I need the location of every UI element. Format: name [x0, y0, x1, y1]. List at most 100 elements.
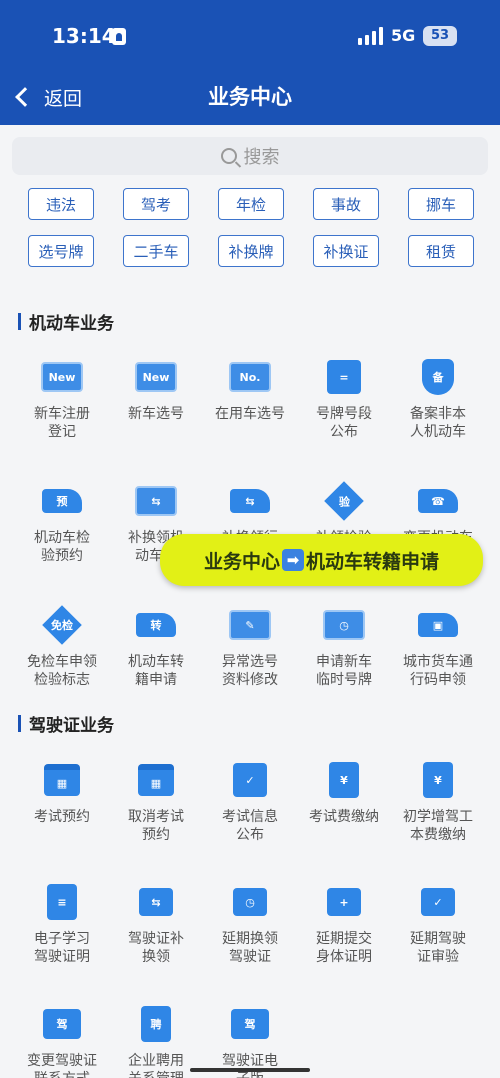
nav-bar: 业务中心 返回	[0, 78, 500, 116]
service-label: 机动车转 籍申请	[128, 654, 184, 688]
service-item[interactable]: ▣ 城市货车通 行码申领	[391, 605, 485, 689]
truck-transfer-icon: 转	[135, 605, 177, 645]
service-label: 企业聘用 关系管理	[128, 1053, 184, 1078]
service-label: 机动车检 验预约	[34, 530, 90, 564]
truck-swap-icon: ⇆	[229, 481, 271, 521]
service-item[interactable]: New 新车选号	[109, 357, 203, 441]
notice-icon: ✓	[229, 760, 271, 800]
service-item[interactable]: ▦ 考试预约	[15, 760, 109, 844]
fee-receipt-icon: ¥	[323, 760, 365, 800]
fee-list-icon: ¥	[417, 760, 459, 800]
e-license-icon: 驾	[229, 1004, 271, 1044]
new-plate-icon: New	[135, 357, 177, 397]
service-item[interactable]: 免检免检车申领 检验标志	[15, 605, 109, 689]
service-item[interactable]: ⇆ 驾驶证补 换领	[109, 882, 203, 966]
chevron-left-icon	[15, 87, 35, 107]
tag-rental[interactable]: 租赁	[408, 235, 474, 267]
service-item[interactable]: ✎ 异常选号 资料修改	[203, 605, 297, 689]
service-label: 延期换领 驾驶证	[222, 931, 278, 965]
quick-tags: 违法 驾考 年检 事故 挪车 选号牌 二手车 补换牌 补换证 租赁	[28, 188, 474, 267]
service-item[interactable]: 驾变更驾驶证 联系方式	[15, 1004, 109, 1078]
truck-phone-icon: ☎	[417, 481, 459, 521]
record-shield-icon: 备	[417, 357, 459, 397]
service-item[interactable]: 聘企业聘用 关系管理	[109, 1004, 203, 1078]
service-label: 变更驾驶证 联系方式	[27, 1053, 97, 1078]
sim-card-icon	[112, 28, 126, 45]
service-label: 申请新车 临时号牌	[316, 654, 372, 688]
new-card-icon: New	[41, 357, 83, 397]
service-label: 新车选号	[128, 406, 184, 422]
service-item[interactable]: No. 在用车选号	[203, 357, 297, 441]
service-label: 在用车选号	[215, 406, 285, 422]
plate-sign-icon: =	[323, 357, 365, 397]
banner-right-text: 机动车转籍申请	[306, 550, 440, 573]
tag-used-car[interactable]: 二手车	[123, 235, 189, 267]
tag-replace-plate[interactable]: 补换牌	[218, 235, 284, 267]
tag-move-car[interactable]: 挪车	[408, 188, 474, 220]
tag-select-plate[interactable]: 选号牌	[28, 235, 94, 267]
service-item[interactable]: New 新车注册 登记	[15, 357, 109, 441]
status-bar: 13:14 5G 53	[0, 24, 500, 52]
service-label: 取消考试 预约	[128, 809, 184, 843]
status-time: 13:14	[52, 24, 116, 48]
service-label: 考试费缴纳	[309, 809, 379, 825]
search-input[interactable]: 搜索	[12, 137, 488, 175]
search-placeholder: 搜索	[243, 147, 280, 168]
service-label: 电子学习 驾驶证明	[34, 931, 90, 965]
license-check-icon: ✓	[417, 882, 459, 922]
back-label: 返回	[44, 87, 83, 110]
service-item[interactable]: + 延期提交 身体证明	[297, 882, 391, 966]
service-item[interactable]: 预机动车检 验预约	[15, 481, 109, 565]
service-label: 初学增驾工 本费缴纳	[403, 809, 473, 843]
service-label: 延期驾驶 证审验	[410, 931, 466, 965]
service-item[interactable]: = 号牌号段 公布	[297, 357, 391, 441]
employ-doc-icon: 聘	[135, 1004, 177, 1044]
tag-driving-test[interactable]: 驾考	[123, 188, 189, 220]
service-label: 备案非本 人机动车	[410, 406, 466, 440]
service-item[interactable]: ◷ 延期换领 驾驶证	[203, 882, 297, 966]
section-title-vehicle: 机动车业务	[18, 309, 114, 334]
service-item[interactable]: 备备案非本 人机动车	[391, 357, 485, 441]
study-doc-icon: ≡	[41, 882, 83, 922]
home-indicator	[190, 1068, 310, 1072]
service-item[interactable]: ◷ 申请新车 临时号牌	[297, 605, 391, 689]
battery-icon: 53	[423, 26, 457, 46]
license-services-grid: ▦ 考试预约 ▦ 取消考试 预约 ✓ 考试信息 公布 ¥ 考试费缴纳 ¥ 初学增驾工 本费缴纳 ≡ 电…	[15, 760, 485, 1078]
service-item[interactable]: ¥ 初学增驾工 本费缴纳	[391, 760, 485, 844]
service-label: 驾驶证补 换领	[128, 931, 184, 965]
temp-plate-icon: ◷	[323, 605, 365, 645]
calendar-cancel-icon: ▦	[135, 760, 177, 800]
number-plate-icon: No.	[229, 357, 271, 397]
health-delay-icon: +	[323, 882, 365, 922]
service-item[interactable]: 转机动车转 籍申请	[109, 605, 203, 689]
service-label: 城市货车通 行码申领	[403, 654, 473, 688]
service-label: 号牌号段 公布	[316, 406, 372, 440]
tag-annual-inspection[interactable]: 年检	[218, 188, 284, 220]
service-item[interactable]: ✓ 延期驾驶 证审验	[391, 882, 485, 966]
service-label: 免检车申领 检验标志	[27, 654, 97, 688]
service-item[interactable]: ▦ 取消考试 预约	[109, 760, 203, 844]
service-label: 延期提交 身体证明	[316, 931, 372, 965]
service-label: 驾驶证电 子版	[222, 1053, 278, 1078]
signal-icon	[358, 27, 384, 45]
service-item[interactable]: 驾驾驶证电 子版	[203, 1004, 297, 1078]
service-label: 异常选号 资料修改	[222, 654, 278, 688]
cargo-truck-icon: ▣	[417, 605, 459, 645]
search-icon	[220, 148, 237, 164]
arrow-right-icon: ➡	[282, 549, 304, 571]
service-label: 新车注册 登记	[34, 406, 90, 440]
tag-replace-license[interactable]: 补换证	[313, 235, 379, 267]
service-item[interactable]: ¥ 考试费缴纳	[297, 760, 391, 844]
service-label: 考试预约	[34, 809, 90, 825]
license-swap-icon: ⇆	[135, 882, 177, 922]
network-type: 5G	[391, 26, 416, 45]
tag-accident[interactable]: 事故	[313, 188, 379, 220]
edit-card-icon: ✎	[229, 605, 271, 645]
exempt-diamond-icon: 免检	[41, 605, 83, 645]
tag-violation[interactable]: 违法	[28, 188, 94, 220]
service-item[interactable]: ≡ 电子学习 驾驶证明	[15, 882, 109, 966]
back-button[interactable]: 返回	[10, 78, 82, 116]
app-header: 13:14 5G 53 业务中心 返回	[0, 0, 500, 125]
truck-appointment-icon: 预	[41, 481, 83, 521]
service-item[interactable]: ✓ 考试信息 公布	[203, 760, 297, 844]
